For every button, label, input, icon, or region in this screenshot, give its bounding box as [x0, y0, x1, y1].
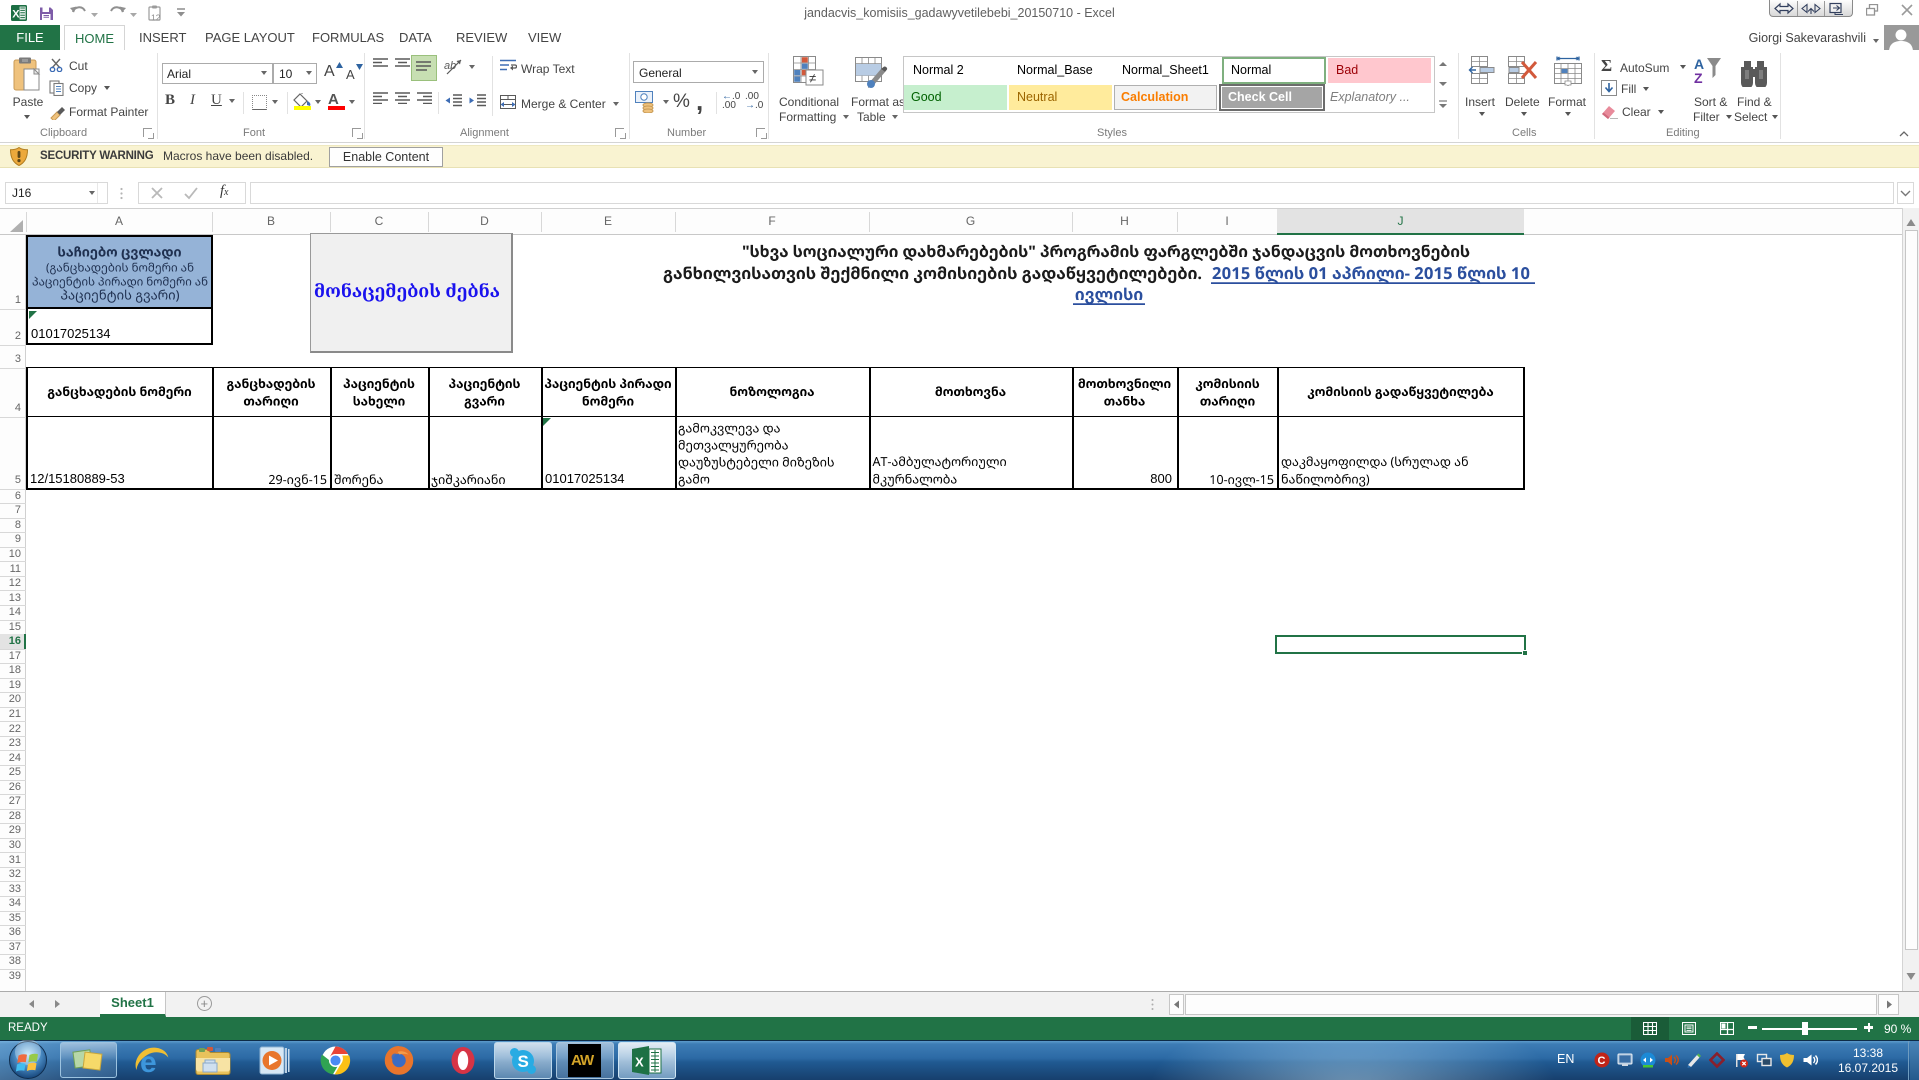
svg-text:X: X: [635, 1055, 644, 1070]
svg-text:Z: Z: [1694, 70, 1703, 86]
svg-text:S: S: [518, 1052, 529, 1071]
svg-text:C: C: [1598, 1055, 1606, 1067]
svg-text:≠: ≠: [809, 71, 816, 86]
